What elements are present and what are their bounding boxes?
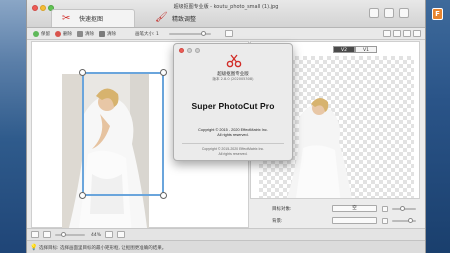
keep-label: 保留	[41, 32, 50, 37]
erase-icon	[55, 31, 61, 37]
view-mode-1-button[interactable]	[383, 30, 391, 37]
zoom-in-button[interactable]	[105, 231, 113, 238]
version-tabs: V2 V1	[333, 46, 377, 53]
dialog-close-button[interactable]	[179, 48, 184, 53]
tab-quick-cutout[interactable]: ✂ 快速抠图	[51, 9, 135, 27]
lightbulb-icon: 💡	[30, 244, 38, 251]
brush-size-label: 画笔大小: 1	[135, 32, 159, 37]
eraser-label: 清除	[85, 32, 94, 37]
export-button[interactable]	[384, 8, 394, 18]
copyright-text: Copyright © 2015 - 2020 EffectMatrix Inc…	[198, 128, 268, 132]
clear-button[interactable]: 清除	[99, 30, 116, 38]
target-slider-knob[interactable]	[400, 206, 405, 211]
brush-icon: 🖌	[155, 12, 168, 23]
keep-icon	[33, 31, 39, 37]
title-bar: 超级抠图专业版 - koutu_photo_small (1).jpg ✂ 快速…	[27, 0, 425, 28]
target-row: 目标对象: 空	[250, 204, 420, 214]
desktop-right-edge	[426, 0, 450, 253]
erase-button[interactable]: 删除	[55, 30, 72, 38]
rights-text-footer: All rights reserved.	[218, 152, 248, 156]
target-select[interactable]: 空	[332, 205, 377, 212]
dialog-minimize-button	[187, 48, 192, 53]
brush-size-slider[interactable]	[169, 31, 211, 36]
zoom-level: 44%	[91, 232, 102, 238]
background-label: 背景:	[272, 219, 283, 224]
scissors-icon: ✂	[62, 12, 71, 24]
background-slider-knob[interactable]	[408, 218, 413, 223]
share-button[interactable]	[399, 8, 409, 18]
dialog-zoom-button	[195, 48, 200, 53]
rights-text: All rights reserved.	[217, 133, 249, 137]
selection-rectangle[interactable]	[79, 69, 167, 199]
background-slider[interactable]	[392, 218, 416, 223]
crop-tool-button[interactable]	[369, 8, 379, 18]
dialog-divider	[182, 143, 284, 144]
trash-icon	[99, 31, 105, 37]
background-row: 背景:	[250, 216, 420, 226]
dialog-window-controls	[179, 48, 200, 53]
view-mode-2-button[interactable]	[393, 30, 401, 37]
clear-label: 清除	[107, 32, 116, 37]
handle-bottom-left[interactable]	[79, 192, 86, 199]
view-mode-4-button[interactable]	[413, 30, 421, 37]
app-version: 版本 2.8.0 (202005308)	[212, 77, 254, 81]
eraser-icon	[77, 31, 83, 37]
move-tool-button[interactable]	[225, 30, 233, 37]
target-label: 目标对象:	[272, 207, 292, 212]
zoom-slider-knob[interactable]	[61, 232, 66, 237]
scissors-logo-icon	[226, 54, 242, 68]
background-option-checkbox[interactable]	[382, 217, 388, 224]
eraser-tool-button[interactable]: 清除	[77, 30, 94, 38]
tab-v2[interactable]: V2	[333, 46, 355, 53]
target-option-checkbox[interactable]	[382, 205, 388, 212]
edit-toolbar: 保留 删除 清除 清除 画笔大小: 1	[27, 28, 425, 40]
app-name-en: Super PhotoCut Pro	[191, 101, 275, 111]
brush-size-knob[interactable]	[201, 31, 206, 36]
bottom-toolbar: 44%	[27, 228, 425, 240]
tab-fine-adjust[interactable]: 🖌 精致调整	[155, 9, 196, 27]
desktop-left-edge	[0, 0, 26, 253]
about-dialog: 超级抠图专业版 版本 2.8.0 (202005308) Super Photo…	[173, 43, 293, 161]
zoom-out-button[interactable]	[43, 231, 51, 238]
handle-top-right[interactable]	[160, 69, 167, 76]
status-bar: 💡 选择目标: 选择画面里目标的最小矩形框, 让抠图更准确的结果。	[27, 240, 425, 253]
view-mode-3-button[interactable]	[403, 30, 411, 37]
copyright-text-footer: Copyright © 2015-2020 EffectMatrix Inc.	[201, 147, 265, 151]
tab-quick-cutout-label: 快速抠图	[79, 16, 104, 23]
output-settings: 目标对象: 空 背景:	[250, 200, 420, 228]
handle-bottom-right[interactable]	[160, 192, 167, 199]
desktop-app-icon[interactable]: F	[432, 8, 443, 20]
handle-top-left[interactable]	[79, 69, 86, 76]
target-slider[interactable]	[392, 206, 416, 211]
erase-label: 删除	[63, 32, 72, 37]
fit-view-button[interactable]	[117, 231, 125, 238]
keep-button[interactable]: 保留	[33, 30, 50, 38]
background-select[interactable]	[332, 217, 377, 224]
status-text: 选择目标: 选择画面里目标的最小矩形框, 让抠图更准确的结果。	[39, 246, 167, 251]
tab-fine-adjust-label: 精致调整	[172, 15, 197, 23]
tab-v1[interactable]: V1	[355, 46, 377, 53]
close-image-button[interactable]	[31, 231, 39, 238]
zoom-slider[interactable]	[55, 232, 85, 237]
